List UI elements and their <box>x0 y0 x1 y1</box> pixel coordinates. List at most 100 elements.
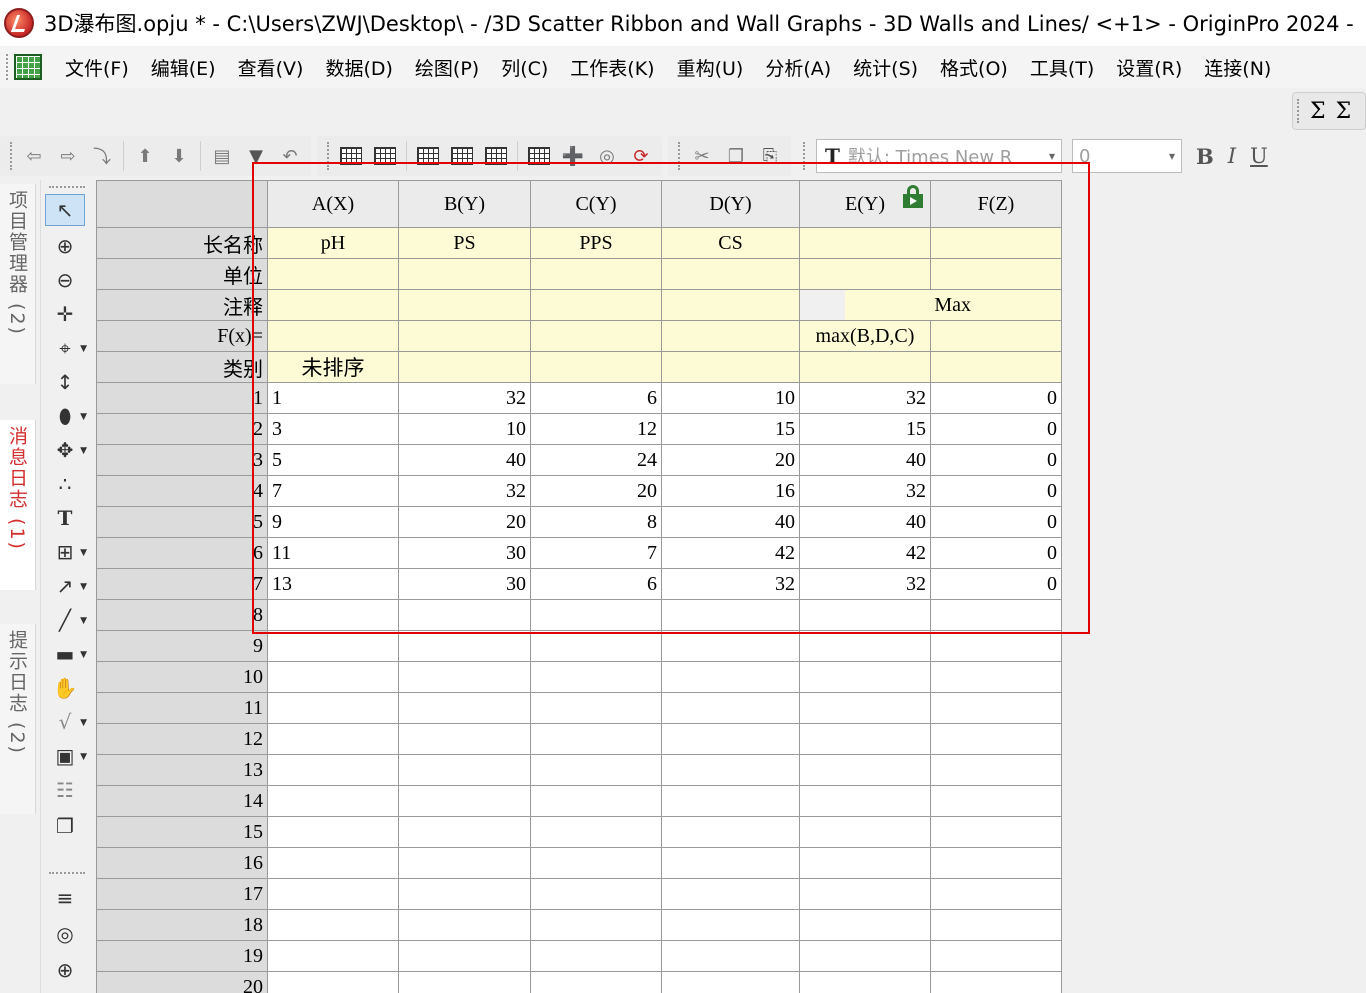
italic-button[interactable]: I <box>1228 144 1236 168</box>
column-header-b[interactable]: B(Y) <box>398 180 531 228</box>
toolbar-grip[interactable] <box>803 142 806 170</box>
row-number[interactable]: 7 <box>96 568 268 600</box>
rectangle-tool-icon[interactable]: ▬ ▼ <box>45 638 87 670</box>
data-cell[interactable] <box>267 940 399 972</box>
toolbar-grip[interactable] <box>327 142 330 170</box>
data-cell[interactable] <box>267 785 399 817</box>
menu-connectivity[interactable]: 连接(N) <box>1193 54 1282 81</box>
label-cell[interactable] <box>398 351 531 383</box>
row-number[interactable]: 12 <box>96 723 268 755</box>
data-cell[interactable] <box>930 754 1062 786</box>
template-icon[interactable]: ▤ <box>207 141 237 171</box>
data-cell[interactable] <box>530 940 662 972</box>
menu-file[interactable]: 文件(F) <box>54 54 140 81</box>
data-cell[interactable]: 42 <box>799 537 931 569</box>
data-cell[interactable] <box>930 878 1062 910</box>
underline-button[interactable]: U <box>1250 144 1268 168</box>
data-cell[interactable]: 10 <box>398 413 531 445</box>
recalculate-icon[interactable]: ◎ <box>592 141 622 171</box>
export-icon[interactable]: ⬇ <box>164 141 194 171</box>
add-row-icon[interactable]: ➕ <box>558 141 588 171</box>
align-icon[interactable]: ≡ <box>45 882 85 914</box>
data-cell[interactable]: 6 <box>530 568 662 600</box>
forward-arrow-icon[interactable]: ⇨ <box>53 141 83 171</box>
row-number[interactable]: 2 <box>96 413 268 445</box>
refresh-icon[interactable]: ⤵ <box>87 141 117 171</box>
data-cell[interactable] <box>930 661 1062 693</box>
data-cell[interactable] <box>661 723 800 755</box>
undo-icon[interactable]: ↶ <box>275 141 305 171</box>
data-cell[interactable]: 8 <box>530 506 662 538</box>
sum-icon-2[interactable]: Σ <box>1336 99 1352 124</box>
text-tool-icon[interactable]: T <box>45 502 85 534</box>
data-cell[interactable] <box>398 723 531 755</box>
data-cell[interactable]: 15 <box>799 413 931 445</box>
data-cell[interactable]: 0 <box>930 537 1062 569</box>
data-cell[interactable]: 3 <box>267 413 399 445</box>
label-cell[interactable] <box>530 351 662 383</box>
worksheet-window-icon[interactable] <box>14 54 42 80</box>
data-cell[interactable] <box>799 785 931 817</box>
import-icon[interactable]: ⬆ <box>130 141 160 171</box>
label-cell[interactable] <box>661 351 800 383</box>
add-column-icon[interactable] <box>336 141 366 171</box>
label-row-header[interactable]: 单位 <box>96 258 268 290</box>
data-cell[interactable] <box>661 754 800 786</box>
set-x-column-icon[interactable] <box>413 141 443 171</box>
data-cell[interactable]: 40 <box>799 506 931 538</box>
data-cell[interactable]: 32 <box>661 568 800 600</box>
data-cell[interactable] <box>398 847 531 879</box>
label-cell[interactable] <box>398 258 531 290</box>
toolbar-grip[interactable] <box>1297 99 1300 123</box>
data-cell[interactable] <box>267 847 399 879</box>
data-cell[interactable]: 30 <box>398 537 531 569</box>
data-cell[interactable] <box>661 940 800 972</box>
data-cell[interactable]: 15 <box>661 413 800 445</box>
data-cell[interactable]: 32 <box>398 475 531 507</box>
data-cell[interactable] <box>661 661 800 693</box>
toolbar-grip[interactable] <box>49 186 85 189</box>
tab-hints-log[interactable]: 提示日志 (2) <box>0 624 36 814</box>
row-number[interactable]: 11 <box>96 692 268 724</box>
label-row-header[interactable]: 注释 <box>96 289 268 321</box>
label-cell[interactable] <box>267 320 399 352</box>
label-cell[interactable] <box>530 320 662 352</box>
data-cell[interactable] <box>661 630 800 662</box>
data-cell[interactable] <box>661 692 800 724</box>
menu-analysis[interactable]: 分析(A) <box>754 54 842 81</box>
label-cell[interactable]: PPS <box>530 227 662 259</box>
data-cell[interactable] <box>530 630 662 662</box>
column-header-e[interactable]: E(Y) <box>799 180 931 228</box>
row-number[interactable]: 17 <box>96 878 268 910</box>
data-cell[interactable] <box>267 630 399 662</box>
label-cell[interactable] <box>267 289 399 321</box>
row-number[interactable]: 10 <box>96 661 268 693</box>
data-cell[interactable]: 32 <box>799 475 931 507</box>
column-header-a[interactable]: A(X) <box>267 180 399 228</box>
label-row-header[interactable]: 长名称 <box>96 227 268 259</box>
data-cell[interactable] <box>267 661 399 693</box>
data-cell[interactable] <box>530 847 662 879</box>
data-cell[interactable] <box>398 940 531 972</box>
copy-sheet-icon[interactable] <box>524 141 554 171</box>
data-cell[interactable] <box>661 878 800 910</box>
data-cell[interactable]: 0 <box>930 475 1062 507</box>
data-cell[interactable] <box>267 816 399 848</box>
pin-icon[interactable]: ▼ <box>241 141 271 171</box>
data-cell[interactable] <box>267 692 399 724</box>
data-cell[interactable]: 20 <box>398 506 531 538</box>
label-cell[interactable] <box>930 320 1062 352</box>
sheet-corner[interactable] <box>96 180 268 228</box>
toolbar-grip[interactable] <box>10 142 13 170</box>
column-header-c[interactable]: C(Y) <box>530 180 662 228</box>
menu-data[interactable]: 数据(D) <box>314 54 403 81</box>
data-cell[interactable]: 0 <box>930 413 1062 445</box>
menu-preferences[interactable]: 设置(R) <box>1105 54 1193 81</box>
set-y-column-icon[interactable] <box>447 141 477 171</box>
data-cell[interactable] <box>930 599 1062 631</box>
data-cell[interactable] <box>799 692 931 724</box>
label-cell[interactable]: PS <box>398 227 531 259</box>
data-cell[interactable]: 6 <box>530 382 662 414</box>
bold-button[interactable]: B <box>1196 144 1214 169</box>
data-cell[interactable] <box>930 723 1062 755</box>
